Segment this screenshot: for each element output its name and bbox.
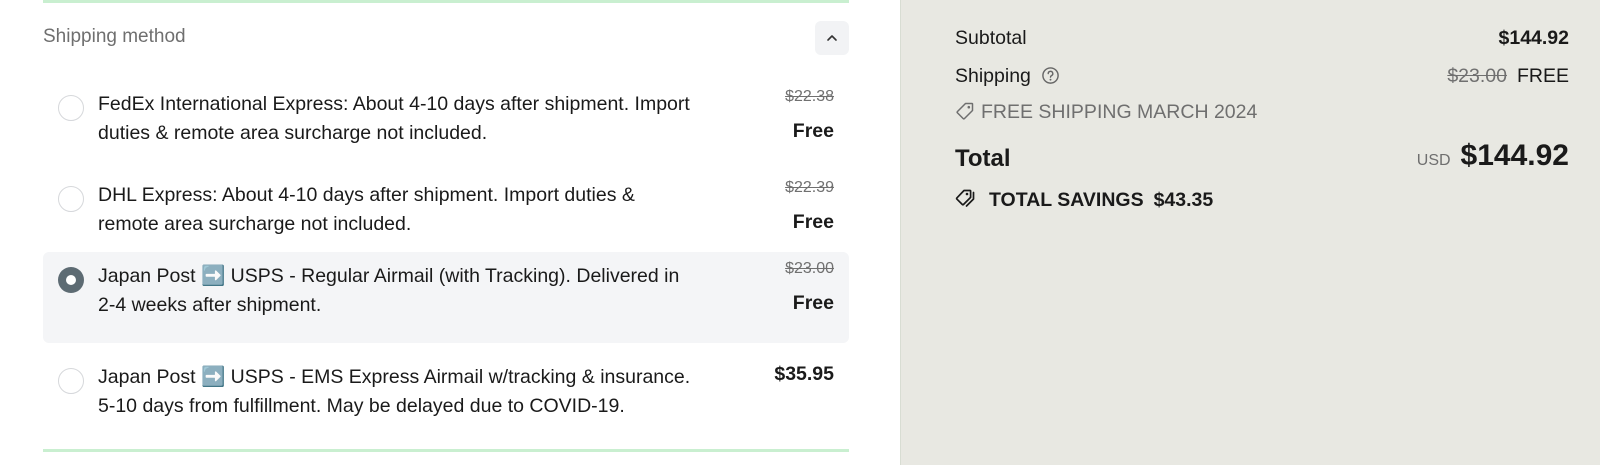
total-value: $144.92 bbox=[1460, 139, 1569, 172]
tag-icon bbox=[956, 102, 974, 120]
option-label: Japan Post ➡️ USPS - EMS Express Airmail… bbox=[98, 366, 691, 417]
order-summary: Subtotal $144.92 Shipping $23.00 FREE FRE… bbox=[900, 0, 1600, 465]
shipping-value-wrap: $23.00 FREE bbox=[1447, 65, 1569, 88]
option-price: Free bbox=[792, 120, 834, 142]
savings-value: $43.35 bbox=[1153, 189, 1214, 211]
option-label: Japan Post ➡️ USPS - Regular Airmail (wi… bbox=[98, 265, 680, 316]
shipping-original-price: $23.00 bbox=[1447, 65, 1507, 87]
shipping-option-fedex[interactable]: FedEx International Express: About 4-10 … bbox=[43, 80, 849, 171]
total-savings: TOTAL SAVINGS $43.35 bbox=[955, 189, 1213, 211]
original-price: $22.38 bbox=[785, 88, 834, 105]
divider-bottom bbox=[43, 449, 849, 452]
discount-row: FREE SHIPPING MARCH 2024 bbox=[955, 101, 1569, 124]
option-price: Free bbox=[792, 292, 834, 314]
subtotal-label: Subtotal bbox=[955, 27, 1027, 49]
shipping-value: FREE bbox=[1516, 65, 1569, 87]
shipping-option-japan-post-ems[interactable]: Japan Post ➡️ USPS - EMS Express Airmail… bbox=[43, 353, 849, 444]
section-title: Shipping method bbox=[43, 26, 186, 47]
chevron-up-icon bbox=[827, 35, 837, 41]
collapse-button[interactable] bbox=[815, 21, 849, 55]
radio-button[interactable] bbox=[58, 368, 84, 394]
total-row: Total USD $144.92 bbox=[955, 139, 1569, 173]
radio-button-selected[interactable] bbox=[58, 267, 84, 293]
discount-code: FREE SHIPPING MARCH 2024 bbox=[955, 101, 1257, 123]
option-label: FedEx International Express: About 4-10 … bbox=[98, 93, 690, 144]
divider-top bbox=[43, 0, 849, 3]
subtotal-value: $144.92 bbox=[1498, 27, 1570, 49]
total-label: Total bbox=[955, 145, 1011, 172]
radio-button[interactable] bbox=[58, 95, 84, 121]
shipping-option-japan-post-regular[interactable]: Japan Post ➡️ USPS - Regular Airmail (wi… bbox=[43, 252, 849, 343]
tags-icon bbox=[955, 189, 975, 207]
savings-label: TOTAL SAVINGS bbox=[989, 189, 1144, 211]
shipping-row: Shipping $23.00 FREE bbox=[955, 65, 1569, 90]
shipping-label: Shipping bbox=[955, 65, 1031, 87]
question-circle-icon[interactable] bbox=[1041, 66, 1060, 90]
savings-row: TOTAL SAVINGS $43.35 bbox=[955, 188, 1569, 212]
currency-code: USD bbox=[1416, 152, 1451, 169]
option-price: $35.95 bbox=[774, 363, 834, 385]
shipping-method-panel: Shipping method FedEx International Expr… bbox=[0, 0, 900, 465]
discount-code-text: FREE SHIPPING MARCH 2024 bbox=[981, 101, 1258, 123]
option-price: Free bbox=[792, 211, 834, 233]
radio-button[interactable] bbox=[58, 186, 84, 212]
original-price: $23.00 bbox=[785, 260, 834, 277]
shipping-option-dhl[interactable]: DHL Express: About 4-10 days after shipm… bbox=[43, 171, 849, 262]
subtotal-row: Subtotal $144.92 bbox=[955, 27, 1569, 50]
option-label: DHL Express: About 4-10 days after shipm… bbox=[98, 184, 635, 235]
original-price: $22.39 bbox=[785, 179, 834, 196]
total-value-wrap: USD $144.92 bbox=[1417, 139, 1569, 173]
